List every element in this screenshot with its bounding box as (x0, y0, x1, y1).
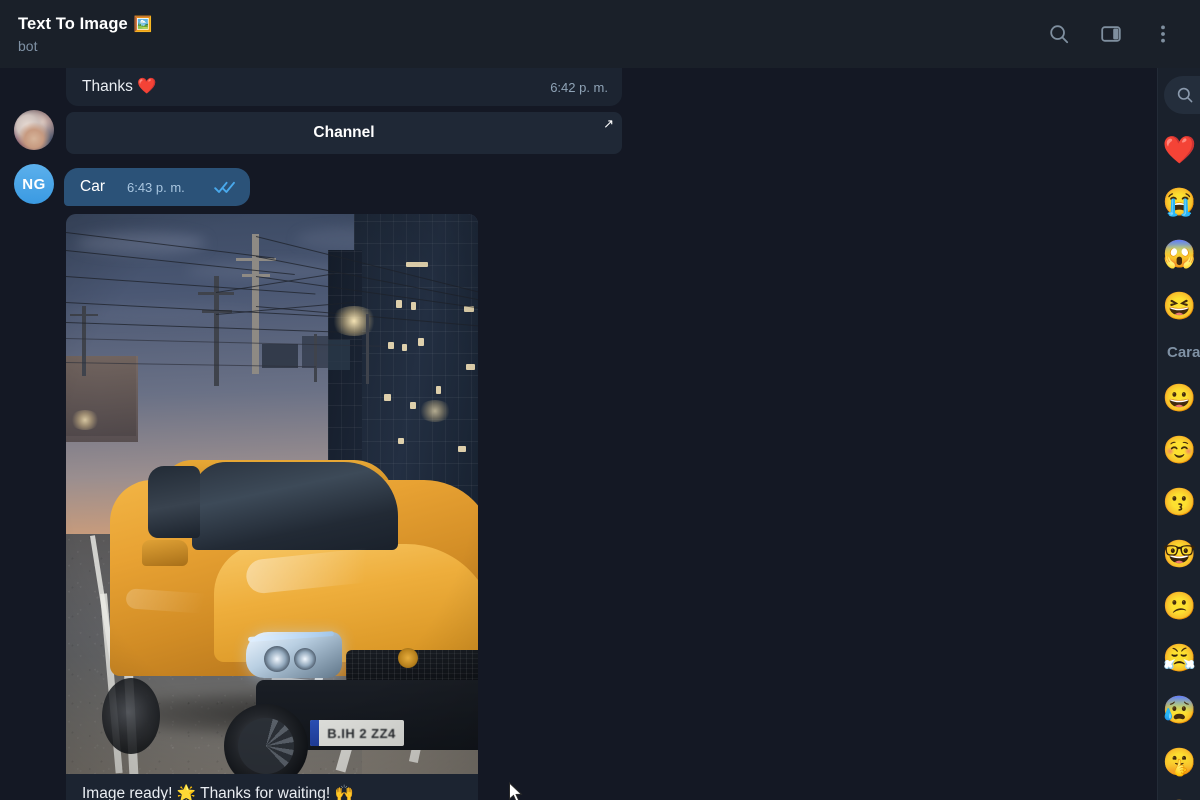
lit-window (398, 438, 404, 444)
search-icon (1176, 86, 1194, 104)
lit-window (384, 394, 391, 401)
rear-wheel (102, 678, 160, 754)
avatar-image (14, 110, 54, 150)
pole-crossarm (70, 314, 98, 316)
lit-window (406, 262, 428, 267)
photo-caption: Image ready! 🌟 Thanks for waiting! 🙌 (66, 774, 478, 800)
side-mirror (142, 540, 188, 566)
utility-pole (82, 306, 86, 376)
chat-subtitle: bot (18, 38, 1046, 54)
emoji-button[interactable]: 😆 (1158, 280, 1200, 332)
message-photo: B.IH 2 ZZ4 Image ready! 🌟 Thanks for wai… (66, 214, 478, 800)
read-receipt-icon (214, 181, 236, 194)
chat-title-block[interactable]: Text To Image 🖼️ bot (18, 15, 1046, 54)
avatar[interactable]: NG (14, 164, 54, 204)
framed-picture-icon: 🖼️ (134, 17, 153, 32)
message-thanks: Thanks ❤️ 6:42 p. m. (66, 68, 622, 106)
message-bubble-outgoing[interactable]: Car 6:43 p. m. (64, 168, 250, 206)
car: B.IH 2 ZZ4 (96, 452, 478, 752)
plate-eu-band (310, 720, 319, 746)
side-window (148, 466, 200, 538)
lit-window (411, 302, 416, 310)
page-title: Text To Image (18, 15, 128, 34)
channel-button[interactable]: Channel ↗ (66, 112, 622, 154)
emoji-button[interactable]: ☺️ (1158, 424, 1200, 476)
car-emblem (398, 648, 418, 668)
emoji-button[interactable]: 🙄 (1158, 788, 1200, 800)
emoji-button[interactable]: 😗 (1158, 476, 1200, 528)
lit-window (418, 338, 424, 346)
left-building (66, 356, 138, 442)
sidebar-toggle-icon[interactable] (1098, 21, 1124, 47)
street-lamp-glow (70, 410, 100, 430)
emoji-section-label: Caras (1158, 332, 1200, 372)
lit-window (436, 386, 441, 394)
emoji-button[interactable]: 😕 (1158, 580, 1200, 632)
header-actions (1046, 21, 1176, 47)
message-car: NG Car 6:43 p. m. (14, 164, 250, 206)
emoji-list[interactable]: ❤️😭😱😆Caras😀☺️😗🤓😕😤😰🤫🙄😪 (1158, 124, 1200, 800)
lit-window (410, 402, 416, 409)
message-text: Car (80, 177, 105, 196)
message-text: Thanks ❤️ (82, 77, 550, 96)
utility-pole (314, 334, 317, 382)
avatar[interactable] (14, 110, 54, 150)
emoji-button[interactable]: 😰 (1158, 684, 1200, 736)
lamp-post (366, 314, 369, 384)
channel-button-label: Channel (313, 124, 374, 142)
license-plate-text: B.IH 2 ZZ4 (319, 726, 404, 741)
lit-window (466, 364, 475, 370)
messages-area[interactable]: Thanks ❤️ 6:42 p. m. Channel ↗ NG Car 6:… (0, 68, 1157, 800)
emoji-button[interactable]: 😀 (1158, 372, 1200, 424)
bot-avatar-row (14, 110, 54, 150)
telegram-chat-window: Text To Image 🖼️ bot (0, 0, 1200, 800)
lit-window (396, 300, 402, 308)
photo-message-card[interactable]: B.IH 2 ZZ4 Image ready! 🌟 Thanks for wai… (66, 214, 478, 800)
street-lamp-glow (418, 400, 452, 422)
emoji-button[interactable]: 😤 (1158, 632, 1200, 684)
message-bubble-incoming[interactable]: Thanks ❤️ 6:42 p. m. (66, 68, 622, 106)
emoji-button[interactable]: 🤫 (1158, 736, 1200, 788)
emoji-button[interactable]: 🤓 (1158, 528, 1200, 580)
windshield (192, 462, 398, 550)
message-timestamp: 6:42 p. m. (550, 80, 608, 95)
emoji-button[interactable]: ❤️ (1158, 124, 1200, 176)
license-plate: B.IH 2 ZZ4 (310, 720, 404, 746)
message-timestamp: 6:43 p. m. (127, 180, 185, 195)
street-lamp-glow (330, 306, 378, 336)
chat-header: Text To Image 🖼️ bot (0, 0, 1200, 68)
emoji-search-input[interactable] (1164, 76, 1200, 114)
generated-image[interactable]: B.IH 2 ZZ4 (66, 214, 478, 774)
more-options-icon[interactable] (1150, 21, 1176, 47)
emoji-button[interactable]: 😱 (1158, 228, 1200, 280)
headlight-projector (264, 646, 290, 672)
headlight-projector (294, 648, 316, 670)
avatar-initials: NG (14, 164, 54, 204)
lit-window (402, 344, 407, 351)
emoji-button[interactable]: 😭 (1158, 176, 1200, 228)
chat-title-row: Text To Image 🖼️ (18, 15, 1046, 34)
distant-building (262, 344, 298, 368)
wheel-rim (238, 718, 294, 774)
search-icon[interactable] (1046, 21, 1072, 47)
lit-window (388, 342, 394, 349)
emoji-picker-panel[interactable]: ❤️😭😱😆Caras😀☺️😗🤓😕😤😰🤫🙄😪 (1157, 68, 1200, 800)
external-link-icon: ↗ (603, 117, 614, 130)
